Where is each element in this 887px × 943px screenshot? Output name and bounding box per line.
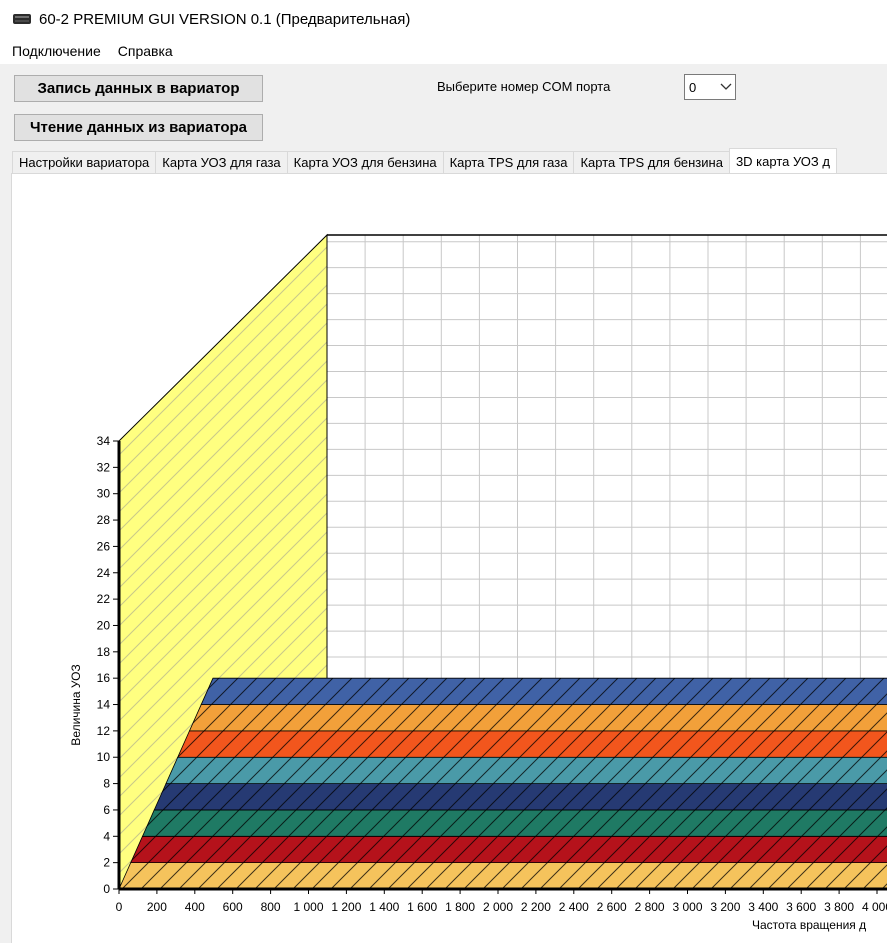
y-tick-label-14: 28 [97, 513, 111, 527]
x-tick-label-11: 2 200 [521, 900, 551, 914]
x-tick-label-7: 1 400 [369, 900, 399, 914]
y-tick-label-2: 4 [103, 829, 110, 843]
ignition-3d-chart: 02468101214161820222426283032340 200 400 60… [69, 233, 887, 932]
chart-band-5 [177, 730, 887, 758]
y-tick-label-13: 26 [97, 539, 111, 553]
app-icon [12, 12, 32, 26]
y-tick-label-10: 20 [97, 618, 111, 632]
y-tick-label-5: 10 [97, 750, 111, 764]
chart-band-0 [118, 862, 887, 890]
com-port-label: Выберите номер COM порта [437, 79, 611, 94]
menu-connection[interactable]: Подключение [0, 43, 110, 59]
y-tick-label-12: 24 [97, 566, 111, 580]
x-tick-label-4: 800 [261, 900, 281, 914]
menu-bar: Подключение Справка [0, 38, 887, 64]
y-tick-label-0: 0 [103, 882, 110, 896]
y-tick-label-15: 30 [97, 487, 111, 501]
chart-band-7 [200, 677, 887, 705]
tab-tps-map-petrol[interactable]: Карта TPS для бензина [573, 151, 730, 173]
x-tick-label-17: 3 400 [748, 900, 778, 914]
x-tick-label-15: 3 000 [672, 900, 702, 914]
chart-band-3 [153, 783, 887, 811]
x-tick-label-1: 200 [147, 900, 167, 914]
tab-variator-settings[interactable]: Настройки вариатора [12, 151, 157, 173]
chart-area: 0 2 4 6 8 10 12 14 16 18 20 22 24 26 28 30 32 34 0 200 400 60… [16, 178, 887, 943]
tab-strip: Настройки вариатора Карта УОЗ для газа К… [12, 148, 837, 174]
y-tick-label-4: 8 [103, 777, 110, 791]
y-tick-label-17: 34 [97, 434, 111, 448]
chart-band-2 [141, 809, 887, 837]
y-tick-label-6: 12 [97, 724, 111, 738]
com-port-select[interactable]: 0 [684, 74, 736, 100]
chart-band-4 [165, 756, 887, 784]
chart-band-1 [130, 835, 887, 864]
x-tick-label-9: 1 800 [445, 900, 475, 914]
title-bar[interactable]: 60-2 PREMIUM GUI VERSION 0.1 (Предварите… [0, 0, 887, 38]
x-tick-label-2: 400 [185, 900, 205, 914]
y-tick-label-1: 2 [103, 856, 110, 870]
x-tick-label-0: 0 [116, 900, 123, 914]
x-tick-label-8: 1 600 [407, 900, 437, 914]
x-tick-label-19: 3 800 [824, 900, 854, 914]
x-tick-label-5: 1 000 [293, 900, 323, 914]
x-axis-title: Частота вращения д [752, 918, 866, 932]
com-port-value: 0 [689, 79, 697, 95]
x-tick-label-14: 2 800 [635, 900, 665, 914]
x-tick-label-20: 4 000 [862, 900, 887, 914]
x-tick-label-6: 1 200 [331, 900, 361, 914]
x-tick-label-3: 600 [223, 900, 243, 914]
y-tick-label-7: 14 [97, 698, 111, 712]
y-axis-title: Величина УОЗ [69, 664, 83, 745]
menu-help[interactable]: Справка [110, 43, 182, 59]
chevron-down-icon[interactable] [717, 83, 735, 91]
tab-ignition-map-gas[interactable]: Карта УОЗ для газа [155, 151, 288, 173]
y-tick-label-9: 18 [97, 645, 111, 659]
x-tick-label-12: 2 400 [559, 900, 589, 914]
x-tick-label-16: 3 200 [710, 900, 740, 914]
chart-back-wall [326, 234, 887, 684]
y-tick-label-11: 22 [97, 592, 111, 606]
tab-tps-map-gas[interactable]: Карта TPS для газа [442, 151, 575, 173]
x-tick-label-13: 2 600 [597, 900, 627, 914]
read-from-variator-button[interactable]: Чтение данных из вариатора [14, 114, 263, 141]
x-tick-label-10: 2 000 [483, 900, 513, 914]
tab-ignition-map-petrol[interactable]: Карта УОЗ для бензина [286, 151, 444, 173]
tab-3d-ignition-map[interactable]: 3D карта УОЗ д [728, 148, 837, 173]
x-tick-label-18: 3 600 [786, 900, 816, 914]
chart-band-6 [188, 704, 887, 732]
y-tick-label-16: 32 [97, 460, 111, 474]
window-title: 60-2 PREMIUM GUI VERSION 0.1 (Предварите… [39, 10, 411, 28]
y-tick-label-3: 6 [103, 803, 110, 817]
write-to-variator-button[interactable]: Запись данных в вариатор [14, 75, 263, 102]
y-tick-label-8: 16 [97, 671, 111, 685]
app-window: 60-2 PREMIUM GUI VERSION 0.1 (Предварите… [0, 0, 887, 943]
